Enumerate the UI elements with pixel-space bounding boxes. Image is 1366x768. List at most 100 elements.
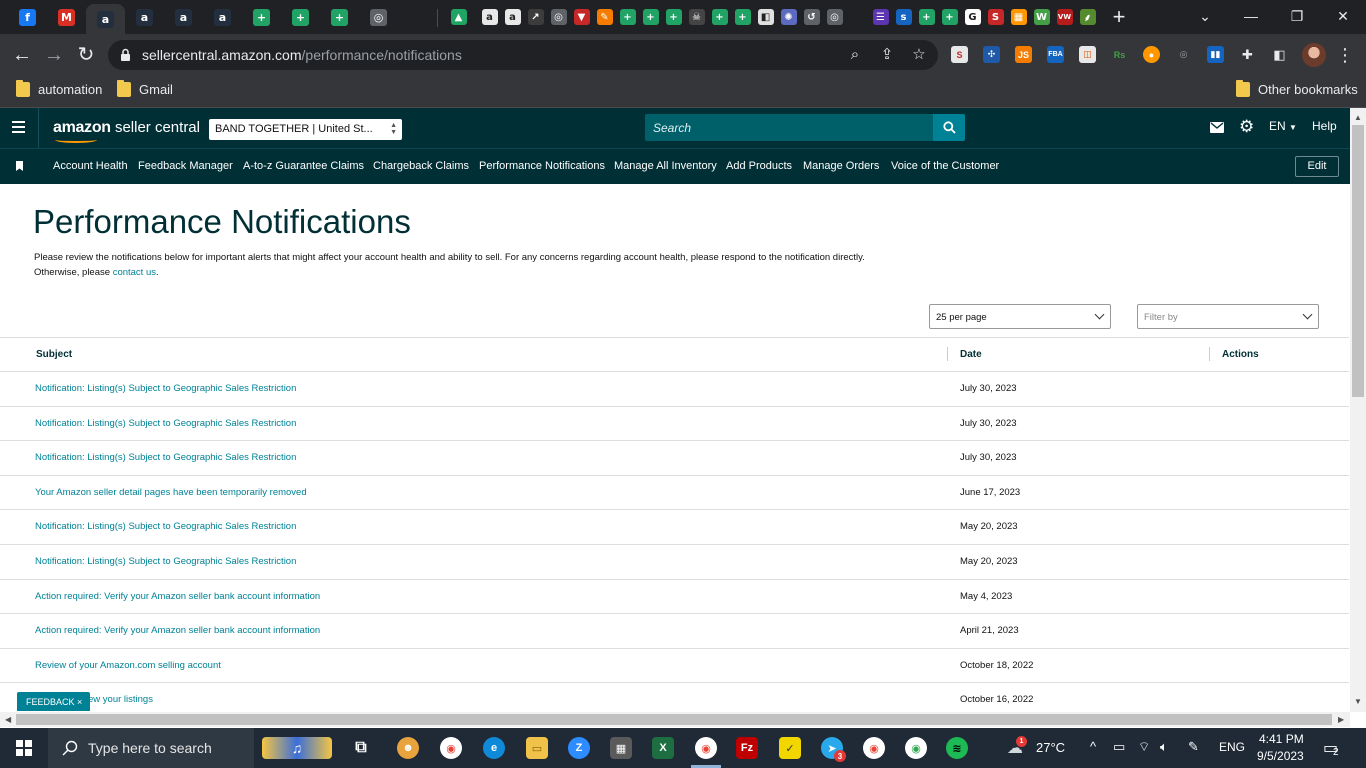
nav-chargeback-claims[interactable]: Chargeback Claims — [373, 160, 469, 172]
zoom-app-icon[interactable]: Z — [568, 737, 590, 759]
profile-avatar[interactable] — [1302, 43, 1326, 67]
browser-tab[interactable]: ◎ — [548, 3, 569, 31]
mail-icon[interactable] — [1210, 122, 1224, 133]
app-emoji-icon[interactable]: ☻ — [397, 737, 419, 759]
browser-tab[interactable]: + — [709, 3, 730, 31]
filezilla-icon[interactable]: Fz — [736, 737, 758, 759]
nav-performance-notifications[interactable]: Performance Notifications — [479, 160, 605, 172]
browser-tab[interactable]: + — [916, 3, 937, 31]
browser-tab[interactable]: G — [962, 3, 983, 31]
search-button[interactable] — [933, 114, 965, 141]
notification-subject-link[interactable]: Action required: Verify your Amazon sell… — [35, 625, 320, 636]
browser-tab[interactable]: ▦ — [1008, 3, 1029, 31]
hamburger-menu-icon[interactable] — [12, 121, 25, 133]
nav-feedback-manager[interactable]: Feedback Manager — [138, 160, 233, 172]
browser-menu-icon[interactable]: ⋮ — [1336, 43, 1354, 67]
browser-tab[interactable]: + — [281, 3, 320, 31]
extension-bars-icon[interactable]: ▮▮ — [1207, 46, 1224, 63]
notification-subject-link[interactable]: Notification: Listing(s) Subject to Geog… — [35, 418, 296, 429]
nav-voice-of-customer[interactable]: Voice of the Customer — [891, 160, 999, 172]
extension-rs-icon[interactable]: Rs — [1111, 46, 1128, 63]
browser-tab[interactable]: + — [663, 3, 684, 31]
close-window-button[interactable]: ✕ — [1320, 0, 1366, 32]
file-explorer-icon[interactable]: ▭ — [526, 737, 548, 759]
browser-tab[interactable]: ◎ — [359, 3, 398, 31]
forward-button[interactable]: → — [42, 43, 66, 67]
extension-chart-icon[interactable]: ◫ — [1079, 46, 1096, 63]
address-bar[interactable]: sellercentral.amazon.com/performance/not… — [108, 40, 938, 70]
scroll-down-arrow-icon[interactable]: ▼ — [1354, 697, 1362, 706]
language-selector[interactable]: EN ▼ — [1269, 119, 1297, 133]
browser-tab[interactable]: + — [732, 3, 753, 31]
zoom-icon[interactable]: ⌕ — [846, 46, 864, 64]
minimize-button[interactable]: — — [1228, 0, 1274, 32]
windows-start-icon[interactable] — [16, 740, 32, 756]
extensions-puzzle-icon[interactable]: ✚ — [1239, 46, 1256, 63]
extension-fba-icon[interactable]: FBA — [1047, 46, 1064, 63]
clock-date[interactable]: 9/5/2023 — [1257, 749, 1304, 763]
browser-tab[interactable]: ↺ — [801, 3, 822, 31]
notification-subject-link[interactable]: Notification: Listing(s) Subject to Geog… — [35, 521, 296, 532]
chevron-up-icon[interactable]: ^ — [1090, 739, 1096, 754]
browser-tab[interactable]: a — [203, 3, 242, 31]
extension-dots-icon[interactable]: ✣ — [983, 46, 1000, 63]
notification-subject-link[interactable]: Action required: Verify your Amazon sell… — [35, 591, 320, 602]
chrome-profile-icon[interactable]: ◉ — [905, 737, 927, 759]
clock-time[interactable]: 4:41 PM — [1259, 732, 1304, 746]
notification-subject-link[interactable]: Notification: Listing(s) Subject to Geog… — [35, 556, 296, 567]
browser-tab[interactable]: ◎ — [824, 3, 845, 31]
browser-tab[interactable]: a — [502, 3, 523, 31]
task-view-icon[interactable]: ⧉ — [350, 737, 372, 759]
browser-tab[interactable]: M — [47, 3, 86, 31]
side-panel-icon[interactable]: ◧ — [1271, 46, 1288, 63]
scroll-right-arrow-icon[interactable]: ▶ — [1338, 715, 1344, 724]
browser-tab[interactable]: ◧ — [755, 3, 776, 31]
extension-sale-icon[interactable]: S — [951, 46, 968, 63]
browser-tab[interactable]: + — [242, 3, 281, 31]
pen-icon[interactable]: ✎ — [1188, 739, 1199, 755]
browser-tab[interactable]: ✎ — [594, 3, 615, 31]
account-switcher[interactable]: BAND TOGETHER | United St... ▲ ▼ — [209, 119, 402, 140]
spotify-icon[interactable]: ≋ — [946, 737, 968, 759]
browser-tab[interactable]: s — [893, 3, 914, 31]
bookmark-icon[interactable] — [16, 161, 23, 171]
nav-a-to-z-claims[interactable]: A-to-z Guarantee Claims — [243, 160, 364, 172]
browser-tab[interactable]: + — [939, 3, 960, 31]
browser-tab[interactable]: ▼ — [571, 3, 592, 31]
browser-tab[interactable]: ↗ — [525, 3, 546, 31]
browser-tab[interactable]: ▲ — [448, 3, 469, 31]
column-header-date[interactable]: Date — [960, 349, 982, 360]
gear-icon[interactable]: ⚙ — [1239, 117, 1254, 137]
extension-circle-icon[interactable]: ● — [1143, 46, 1160, 63]
bookmark-folder-automation[interactable]: automation — [16, 80, 102, 97]
search-input[interactable]: Search — [645, 114, 933, 141]
edit-nav-button[interactable]: Edit — [1295, 156, 1339, 177]
browser-tab[interactable]: a — [479, 3, 500, 31]
feedback-button[interactable]: FEEDBACK × — [17, 692, 90, 711]
column-header-subject[interactable]: Subject — [36, 349, 72, 360]
browser-tab[interactable]: W — [1031, 3, 1052, 31]
wifi-icon[interactable]: ⌔ — [1138, 739, 1150, 755]
browser-tab[interactable]: a — [125, 3, 164, 31]
filter-select[interactable]: Filter by — [1137, 304, 1319, 329]
browser-tab[interactable]: f — [8, 3, 47, 31]
notification-subject-link[interactable]: Notification: Listing(s) Subject to Geog… — [35, 383, 296, 394]
chrome-profile-icon[interactable]: ◉ — [863, 737, 885, 759]
per-page-select[interactable]: 25 per page — [929, 304, 1111, 329]
browser-tab[interactable]: a — [86, 4, 125, 34]
taskbar-search-box[interactable]: Type here to search — [48, 728, 254, 768]
battery-icon[interactable]: ▭ — [1113, 739, 1125, 755]
browser-tab[interactable]: VW — [1054, 3, 1075, 31]
back-button[interactable]: ← — [10, 43, 34, 67]
notification-subject-link[interactable]: ew your listings — [88, 694, 153, 705]
bookmark-star-icon[interactable]: ☆ — [910, 46, 928, 64]
browser-tab[interactable]: ⸙ — [1077, 3, 1098, 31]
restore-button[interactable]: ❐ — [1274, 0, 1320, 32]
reload-button[interactable]: ↻ — [74, 43, 98, 67]
tab-search-icon[interactable]: ⌄ — [1182, 0, 1228, 32]
browser-tab[interactable]: ✺ — [778, 3, 799, 31]
volume-icon[interactable]: 🔈︎ — [1160, 739, 1168, 755]
nav-account-health[interactable]: Account Health — [53, 160, 128, 172]
scroll-up-arrow-icon[interactable]: ▲ — [1354, 113, 1362, 122]
extension-js-icon[interactable]: JS — [1015, 46, 1032, 63]
